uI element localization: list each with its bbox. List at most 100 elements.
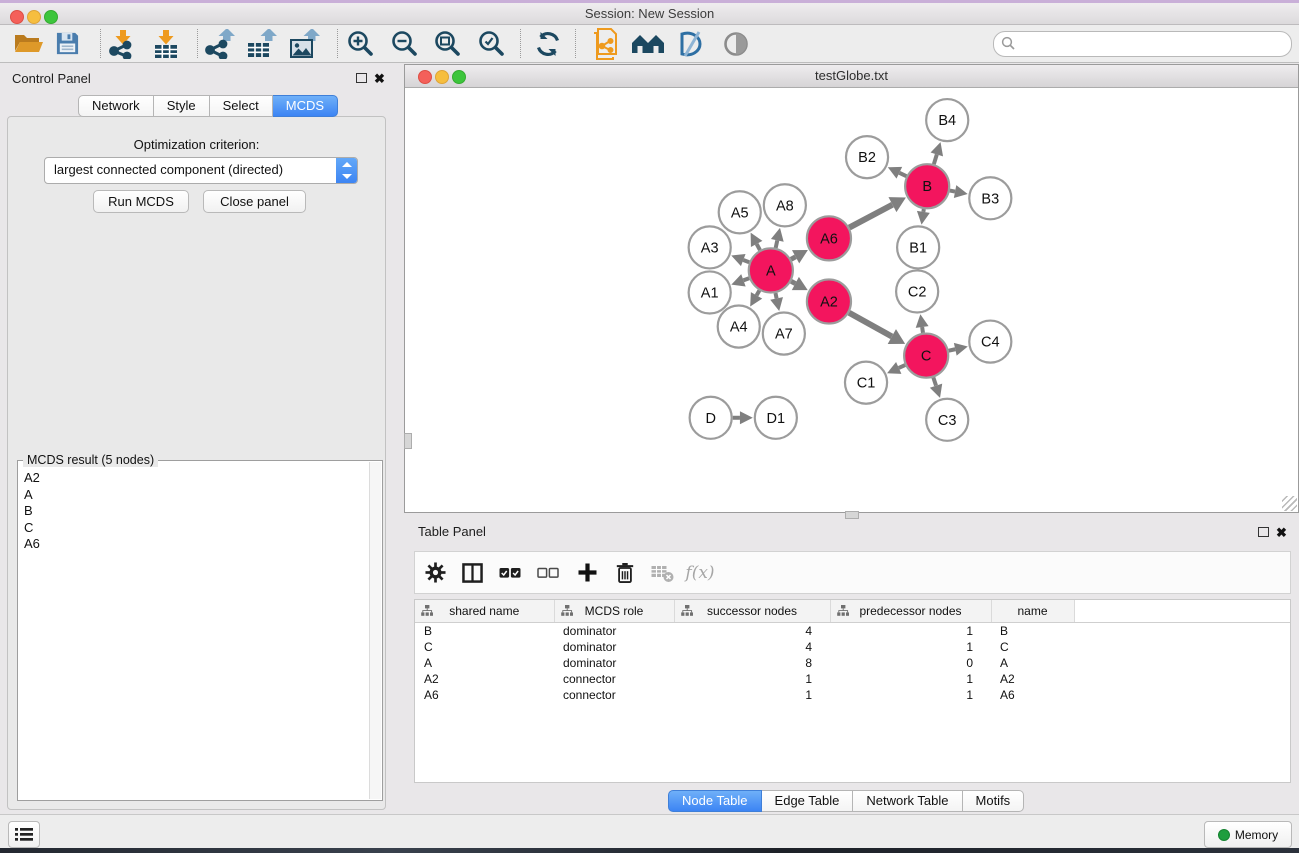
network-window-titlebar[interactable]: testGlobe.txt	[405, 65, 1298, 88]
graph-edge[interactable]	[933, 378, 936, 386]
mcds-result-item[interactable]: A	[24, 487, 369, 504]
table-header-row[interactable]: shared nameMCDS rolesuccessor nodesprede…	[415, 600, 1290, 623]
graph-node-A1[interactable]: A1	[689, 271, 731, 313]
table-cell[interactable]: connector	[554, 671, 674, 687]
table-row[interactable]: A6connector11A6	[415, 687, 1290, 703]
graph-node-B2[interactable]: B2	[846, 136, 888, 178]
table-cell[interactable]: 1	[830, 671, 991, 687]
graph-edge[interactable]	[922, 327, 923, 333]
table-cell[interactable]: 1	[674, 687, 830, 703]
table-cell[interactable]: A2	[415, 671, 554, 687]
tab-edge-table[interactable]: Edge Table	[762, 790, 854, 812]
window-resize-grip-icon[interactable]	[1282, 496, 1297, 511]
table-cell[interactable]: 4	[674, 623, 830, 640]
add-column-button[interactable]	[574, 552, 600, 593]
table-cell[interactable]: connector	[554, 687, 674, 703]
show-all-button[interactable]	[718, 27, 754, 60]
mcds-result-list[interactable]: A2ABCA6	[19, 470, 369, 799]
search-box[interactable]	[993, 31, 1292, 57]
memory-button[interactable]: Memory	[1204, 821, 1292, 848]
graph-edge[interactable]	[849, 313, 892, 337]
criterion-select[interactable]: largest connected component (directed)	[44, 157, 358, 184]
zoom-in-button[interactable]	[343, 27, 379, 60]
float-panel-icon[interactable]	[356, 73, 367, 83]
tab-network-table[interactable]: Network Table	[853, 790, 962, 812]
graph-node-D[interactable]: D	[690, 397, 732, 439]
graph-node-C4[interactable]: C4	[969, 321, 1011, 363]
graph-edge[interactable]	[776, 240, 778, 248]
horizontal-splitter-handle[interactable]	[845, 511, 859, 519]
zoom-out-button[interactable]	[387, 27, 423, 60]
zoom-selected-button[interactable]	[474, 27, 510, 60]
graph-node-A8[interactable]: A8	[764, 184, 806, 226]
table-settings-button[interactable]	[423, 552, 447, 593]
mcds-result-item[interactable]: A2	[24, 470, 369, 487]
graph-node-B1[interactable]: B1	[897, 226, 939, 268]
network-graph[interactable]: B4B2BB3A5A8A6A3B1AA1C2A2A4A7C4CC1C3DD1	[405, 88, 1298, 512]
import-network-button[interactable]	[104, 27, 140, 60]
table-cell[interactable]: A6	[991, 687, 1074, 703]
graph-node-B[interactable]: B	[905, 164, 949, 208]
table-row[interactable]: A2connector11A2	[415, 671, 1290, 687]
graph-edge[interactable]	[757, 290, 760, 295]
graph-node-A4[interactable]: A4	[718, 306, 760, 348]
table-row[interactable]: Cdominator41C	[415, 639, 1290, 655]
table-row[interactable]: Adominator80A	[415, 655, 1290, 671]
table-cell[interactable]: 0	[830, 655, 991, 671]
table-row[interactable]: Bdominator41B	[415, 623, 1290, 640]
table-cell[interactable]: 1	[674, 671, 830, 687]
graph-node-C1[interactable]: C1	[845, 362, 887, 404]
search-input[interactable]	[1020, 34, 1284, 54]
float-table-panel-icon[interactable]	[1258, 527, 1269, 537]
export-network-button[interactable]	[201, 27, 237, 60]
tab-motifs[interactable]: Motifs	[963, 790, 1025, 812]
first-neighbors-button[interactable]	[629, 27, 667, 60]
table-cell[interactable]: 8	[674, 655, 830, 671]
tab-network[interactable]: Network	[78, 95, 154, 117]
column-header-name[interactable]: name	[991, 600, 1074, 623]
table-cell[interactable]: B	[991, 623, 1074, 640]
graph-node-A[interactable]: A	[749, 248, 793, 292]
show-columns-button[interactable]	[460, 552, 484, 593]
column-header-predecessor-nodes[interactable]: predecessor nodes	[830, 600, 991, 623]
new-network-from-selection-button[interactable]	[587, 27, 623, 60]
graph-edge[interactable]	[791, 257, 796, 260]
table-cell[interactable]: 1	[830, 623, 991, 640]
graph-node-B3[interactable]: B3	[969, 177, 1011, 219]
mcds-result-item[interactable]: B	[24, 503, 369, 520]
run-mcds-button[interactable]: Run MCDS	[93, 190, 189, 213]
table-cell[interactable]: dominator	[554, 623, 674, 640]
show-panels-button[interactable]	[8, 821, 40, 848]
tab-node-table[interactable]: Node Table	[668, 790, 762, 812]
table-cell[interactable]: 4	[674, 639, 830, 655]
delete-column-button[interactable]	[613, 552, 637, 593]
tab-select[interactable]: Select	[210, 95, 273, 117]
import-table-button[interactable]	[148, 27, 184, 60]
graph-node-C[interactable]: C	[904, 334, 948, 378]
column-header-shared-name[interactable]: shared name	[415, 600, 554, 623]
graph-edge[interactable]	[849, 205, 892, 228]
network-canvas[interactable]: B4B2BB3A5A8A6A3B1AA1C2A2A4A7C4CC1C3DD1	[405, 88, 1298, 512]
node-table[interactable]: shared nameMCDS rolesuccessor nodesprede…	[415, 600, 1290, 703]
export-table-button[interactable]	[243, 27, 279, 60]
close-panel-button[interactable]: Close panel	[203, 190, 306, 213]
function-builder-button[interactable]: f(x)	[683, 552, 717, 593]
table-cell[interactable]: A	[991, 655, 1074, 671]
tab-mcds[interactable]: MCDS	[273, 95, 338, 117]
graph-node-A3[interactable]: A3	[689, 226, 731, 268]
graph-node-C2[interactable]: C2	[896, 270, 938, 312]
table-cell[interactable]: 1	[830, 639, 991, 655]
column-header-successor-nodes[interactable]: successor nodes	[674, 600, 830, 623]
close-panel-icon[interactable]: ✖	[374, 72, 385, 85]
graph-edge[interactable]	[899, 365, 905, 368]
graph-edge[interactable]	[757, 244, 760, 250]
table-cell[interactable]: A	[415, 655, 554, 671]
tab-style[interactable]: Style	[154, 95, 210, 117]
deselect-all-button[interactable]	[536, 552, 560, 593]
graph-edge[interactable]	[949, 349, 956, 350]
graph-node-C3[interactable]: C3	[926, 399, 968, 441]
export-image-button[interactable]	[286, 27, 322, 60]
graph-node-A7[interactable]: A7	[763, 313, 805, 355]
graph-node-A6[interactable]: A6	[807, 216, 851, 260]
select-all-button[interactable]	[498, 552, 522, 593]
